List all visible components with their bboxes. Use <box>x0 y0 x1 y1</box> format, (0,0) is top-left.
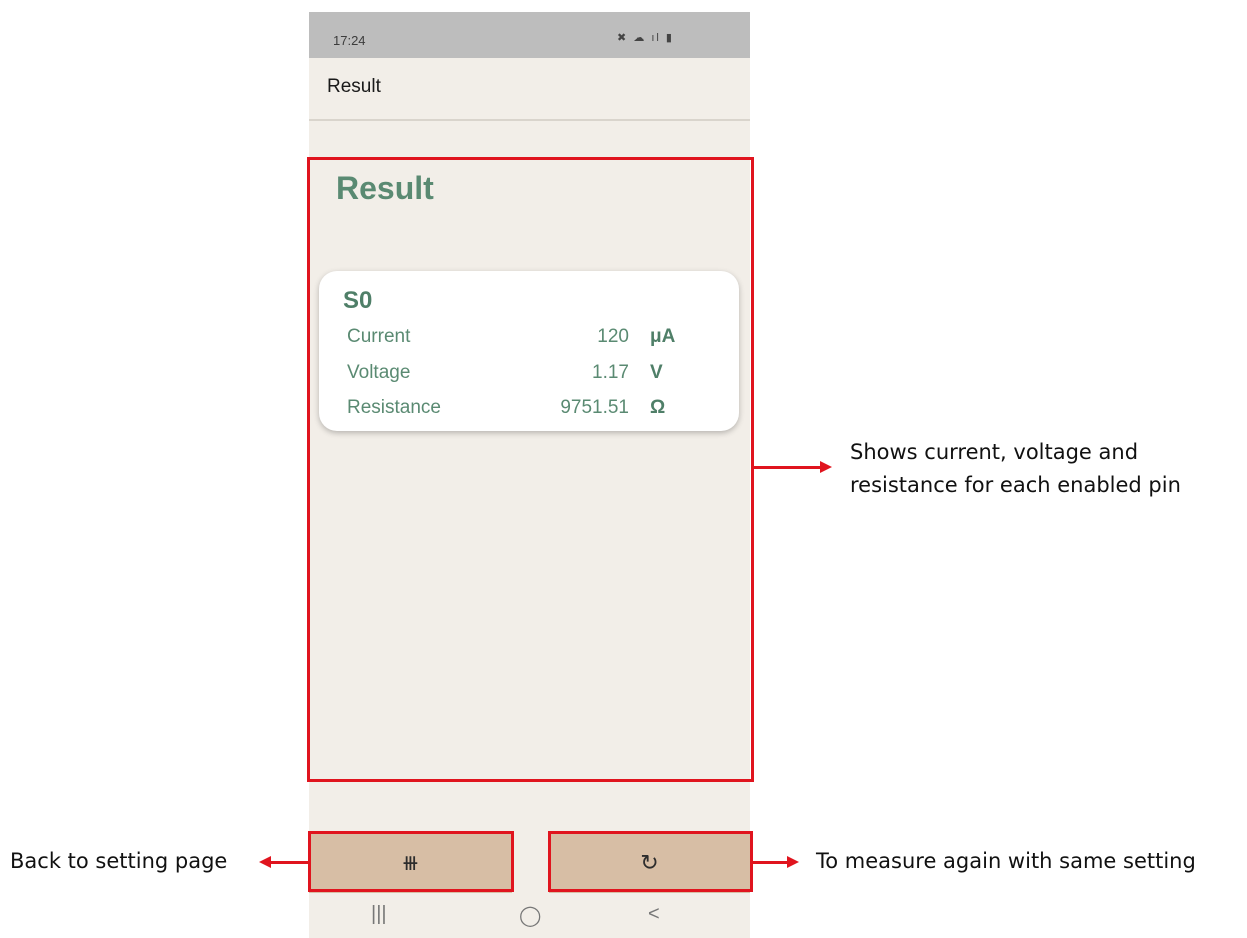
app-bar-title: Result <box>327 76 381 97</box>
recents-icon[interactable]: ||| <box>371 903 387 926</box>
again-arrow-line <box>753 861 789 864</box>
back-arrow-head <box>259 856 271 868</box>
result-area-highlight <box>307 157 754 782</box>
again-arrow-head <box>787 856 799 868</box>
home-icon[interactable]: ◯ <box>519 903 541 928</box>
result-arrow-line <box>754 466 822 469</box>
back-button-highlight <box>308 831 514 892</box>
back-arrow-line <box>270 861 308 864</box>
app-bar: Result <box>309 58 750 121</box>
result-annotation-line1: Shows current, voltage and <box>850 440 1139 464</box>
back-annotation: Back to setting page <box>10 849 228 873</box>
system-nav-bar: ||| ◯ < <box>309 893 750 938</box>
result-arrow-head <box>820 461 832 473</box>
again-button-highlight <box>548 831 753 892</box>
again-annotation: To measure again with same setting <box>816 849 1196 873</box>
status-bar: 17:24 ✖ ☁ ıl ▮ <box>309 12 750 58</box>
back-icon[interactable]: < <box>648 903 660 926</box>
result-annotation-line2: resistance for each enabled pin <box>850 473 1181 497</box>
status-icons: ✖ ☁ ıl ▮ <box>617 32 674 44</box>
status-time: 17:24 <box>333 33 366 48</box>
